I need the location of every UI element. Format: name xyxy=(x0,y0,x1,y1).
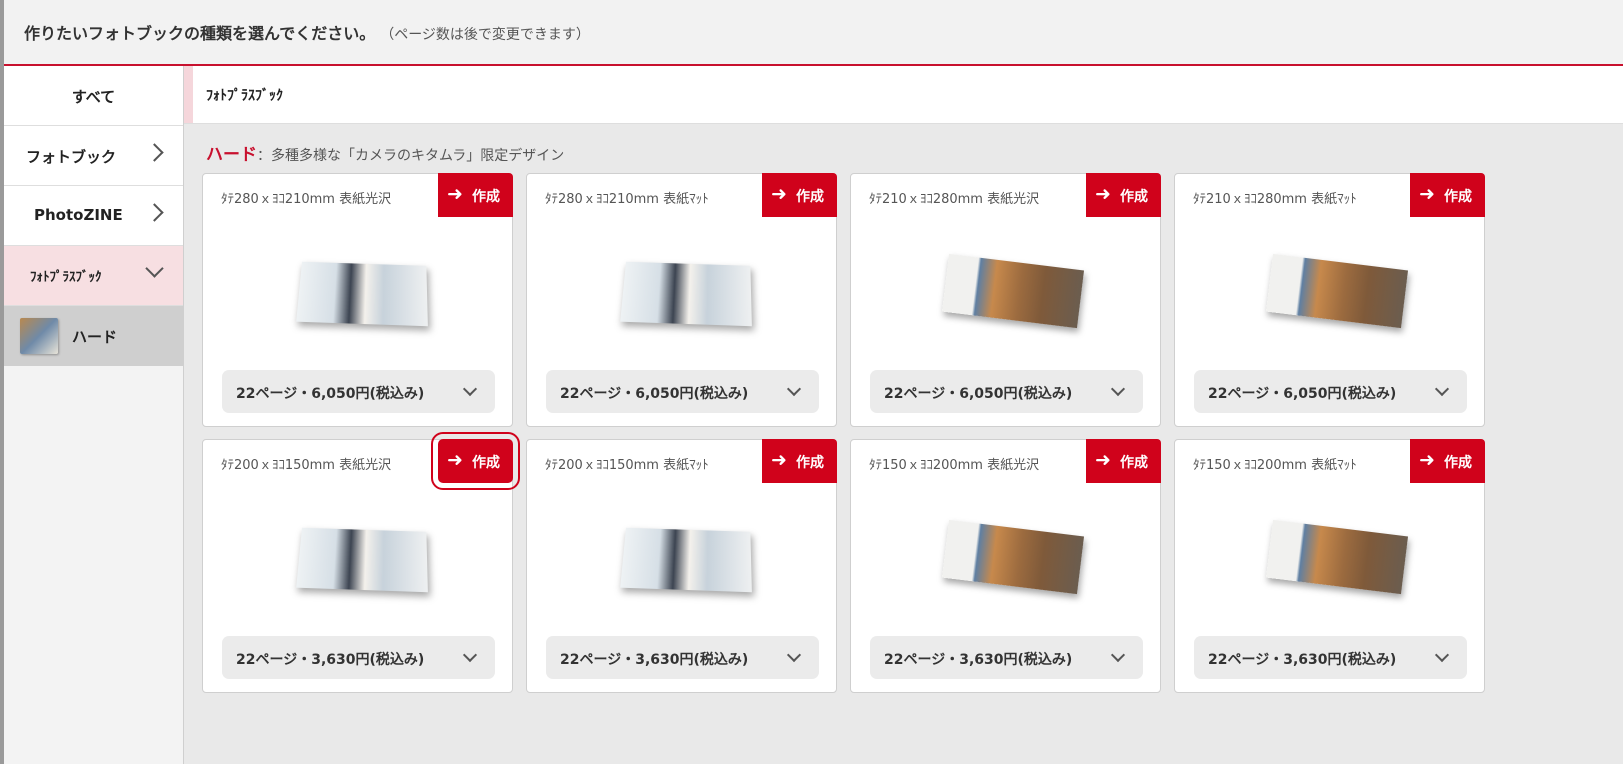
create-label: 作成 xyxy=(1120,189,1148,205)
sidebar-item-label: すべて xyxy=(71,88,116,106)
create-button[interactable]: ➜ 作成 xyxy=(431,432,520,490)
create-button[interactable]: ➜ 作成 xyxy=(762,173,837,217)
sidebar-item-label: PhotoZINE xyxy=(34,206,123,224)
page-price-select[interactable]: 22ページ・3,630円(税込み) xyxy=(222,636,495,679)
create-button[interactable]: ➜ 作成 xyxy=(762,439,837,483)
create-label: 作成 xyxy=(472,189,500,205)
page-price-select[interactable]: 22ページ・6,050円(税込み) xyxy=(546,370,819,413)
arrow-right-icon: ➜ xyxy=(447,449,463,471)
wedding-photobook-image xyxy=(620,527,752,593)
sidebar-subitem-hard[interactable]: ハード xyxy=(4,306,183,366)
chevron-right-icon xyxy=(145,203,164,222)
section-label: ハード xyxy=(206,145,257,165)
arrow-right-icon: ➜ xyxy=(771,183,787,205)
product-card: ﾀﾃ150ｘﾖｺ200mm 表紙光沢 ➜ 作成 22ページ・3,630円(税込み) xyxy=(850,439,1161,693)
page-price-select[interactable]: 22ページ・3,630円(税込み) xyxy=(1194,636,1467,679)
create-label: 作成 xyxy=(1120,455,1148,471)
product-card: ﾀﾃ210ｘﾖｺ280mm 表紙光沢 ➜ 作成 22ページ・6,050円(税込み) xyxy=(850,173,1161,427)
product-title: ﾀﾃ150ｘﾖｺ200mm 表紙光沢 xyxy=(869,458,1040,473)
arrow-right-icon: ➜ xyxy=(1419,183,1435,205)
page-title-text: 作りたいフォトブックの種類を選んでください。 xyxy=(24,24,376,43)
product-title: ﾀﾃ210ｘﾖｺ280mm 表紙光沢 xyxy=(869,192,1040,207)
sidebar-item-label: ハード xyxy=(72,328,118,346)
colosseum-photobook-image xyxy=(941,253,1085,329)
product-title: ﾀﾃ200ｘﾖｺ150mm 表紙ﾏｯﾄ xyxy=(545,458,709,473)
breadcrumb-accent xyxy=(184,66,193,123)
chevron-right-icon xyxy=(145,143,164,162)
create-button[interactable]: ➜ 作成 xyxy=(1086,173,1161,217)
product-title: ﾀﾃ200ｘﾖｺ150mm 表紙光沢 xyxy=(221,458,392,473)
page-title-note: （ページ数は後で変更できます） xyxy=(387,27,590,43)
price-value: 22ページ・3,630円(税込み) xyxy=(560,652,749,668)
product-card: ﾀﾃ280ｘﾖｺ210mm 表紙光沢 ➜ 作成 22ページ・6,050円(税込み) xyxy=(202,173,513,427)
arrow-right-icon: ➜ xyxy=(771,449,787,471)
product-card: ﾀﾃ210ｘﾖｺ280mm 表紙ﾏｯﾄ ➜ 作成 22ページ・6,050円(税込み… xyxy=(1174,173,1485,427)
breadcrumb-text: ﾌｫﾄﾌﾟﾗｽﾌﾞｯｸ xyxy=(206,88,283,104)
wedding-photobook-image xyxy=(620,261,752,327)
arrow-right-icon: ➜ xyxy=(1419,449,1435,471)
product-title: ﾀﾃ150ｘﾖｺ200mm 表紙ﾏｯﾄ xyxy=(1193,458,1357,473)
create-label: 作成 xyxy=(1444,455,1472,471)
sidebar-item-label: ﾌｫﾄﾌﾟﾗｽﾌﾞｯｸ xyxy=(30,270,102,285)
create-label: 作成 xyxy=(1444,189,1472,205)
sidebar-item-label: フォトブック xyxy=(26,148,117,166)
chevron-down-icon xyxy=(145,259,164,278)
chevron-down-icon xyxy=(462,381,478,397)
colosseum-photobook-image xyxy=(941,519,1085,595)
arrow-right-icon: ➜ xyxy=(1095,449,1111,471)
product-title: ﾀﾃ280ｘﾖｺ210mm 表紙ﾏｯﾄ xyxy=(545,192,709,207)
price-value: 22ページ・3,630円(税込み) xyxy=(1208,652,1397,668)
page-price-select[interactable]: 22ページ・6,050円(税込み) xyxy=(222,370,495,413)
wedding-photobook-image xyxy=(296,527,428,593)
product-title: ﾀﾃ280ｘﾖｺ210mm 表紙光沢 xyxy=(221,192,392,207)
page-price-select[interactable]: 22ページ・3,630円(税込み) xyxy=(870,636,1143,679)
create-label: 作成 xyxy=(472,455,500,471)
page-price-select[interactable]: 22ページ・6,050円(税込み) xyxy=(870,370,1143,413)
page-price-select[interactable]: 22ページ・6,050円(税込み) xyxy=(1194,370,1467,413)
price-value: 22ページ・6,050円(税込み) xyxy=(560,386,749,402)
product-card: ﾀﾃ200ｘﾖｺ150mm 表紙光沢 ➜ 作成 22ページ・3,630円(税込み) xyxy=(202,432,520,693)
page-title: 作りたいフォトブックの種類を選んでください。 （ページ数は後で変更できます） xyxy=(24,20,590,44)
price-value: 22ページ・3,630円(税込み) xyxy=(884,652,1073,668)
chevron-down-icon xyxy=(462,647,478,663)
chevron-down-icon xyxy=(786,381,802,397)
section-description: ：多種多様な「カメラのキタムラ」限定デザイン xyxy=(257,148,565,164)
page-price-select[interactable]: 22ページ・3,630円(税込み) xyxy=(546,636,819,679)
section-heading: ハード：多種多様な「カメラのキタムラ」限定デザイン xyxy=(206,140,564,165)
product-title: ﾀﾃ210ｘﾖｺ280mm 表紙ﾏｯﾄ xyxy=(1193,192,1357,207)
colosseum-photobook-image xyxy=(1265,253,1409,329)
arrow-right-icon: ➜ xyxy=(447,183,463,205)
colosseum-photobook-image xyxy=(1265,519,1409,595)
chevron-down-icon xyxy=(1434,381,1450,397)
chevron-down-icon xyxy=(1110,647,1126,663)
app-window: 作りたいフォトブックの種類を選んでください。 （ページ数は後で変更できます） すべ… xyxy=(4,0,1623,764)
price-value: 22ページ・3,630円(税込み) xyxy=(236,652,425,668)
create-button[interactable]: ➜ 作成 xyxy=(1410,173,1485,217)
create-button[interactable]: ➜ 作成 xyxy=(438,173,513,217)
chevron-down-icon xyxy=(786,647,802,663)
chevron-down-icon xyxy=(1434,647,1450,663)
category-sidebar: すべて フォトブック PhotoZINE ﾌｫﾄﾌﾟﾗｽﾌﾞｯｸ ハード xyxy=(4,66,184,764)
create-label: 作成 xyxy=(796,189,824,205)
price-value: 22ページ・6,050円(税込み) xyxy=(236,386,425,402)
hardcover-thumbnail-icon xyxy=(20,318,58,354)
page-header: 作りたいフォトブックの種類を選んでください。 （ページ数は後で変更できます） xyxy=(4,0,1623,66)
chevron-down-icon xyxy=(1110,381,1126,397)
arrow-right-icon: ➜ xyxy=(1095,183,1111,205)
create-label: 作成 xyxy=(796,455,824,471)
price-value: 22ページ・6,050円(税込み) xyxy=(1208,386,1397,402)
product-card: ﾀﾃ280ｘﾖｺ210mm 表紙ﾏｯﾄ ➜ 作成 22ページ・6,050円(税込み… xyxy=(526,173,837,427)
sidebar-item-photoplusbook[interactable]: ﾌｫﾄﾌﾟﾗｽﾌﾞｯｸ xyxy=(4,246,183,306)
product-card: ﾀﾃ150ｘﾖｺ200mm 表紙ﾏｯﾄ ➜ 作成 22ページ・3,630円(税込み… xyxy=(1174,439,1485,693)
price-value: 22ページ・6,050円(税込み) xyxy=(884,386,1073,402)
sidebar-item-all[interactable]: すべて xyxy=(4,66,183,126)
create-button[interactable]: ➜ 作成 xyxy=(1410,439,1485,483)
sidebar-item-photobook[interactable]: フォトブック xyxy=(4,126,183,186)
product-card: ﾀﾃ200ｘﾖｺ150mm 表紙ﾏｯﾄ ➜ 作成 22ページ・3,630円(税込み… xyxy=(526,439,837,693)
create-button[interactable]: ➜ 作成 xyxy=(1086,439,1161,483)
breadcrumb: ﾌｫﾄﾌﾟﾗｽﾌﾞｯｸ xyxy=(184,66,1623,124)
wedding-photobook-image xyxy=(296,261,428,327)
sidebar-item-photozine[interactable]: PhotoZINE xyxy=(4,186,183,246)
